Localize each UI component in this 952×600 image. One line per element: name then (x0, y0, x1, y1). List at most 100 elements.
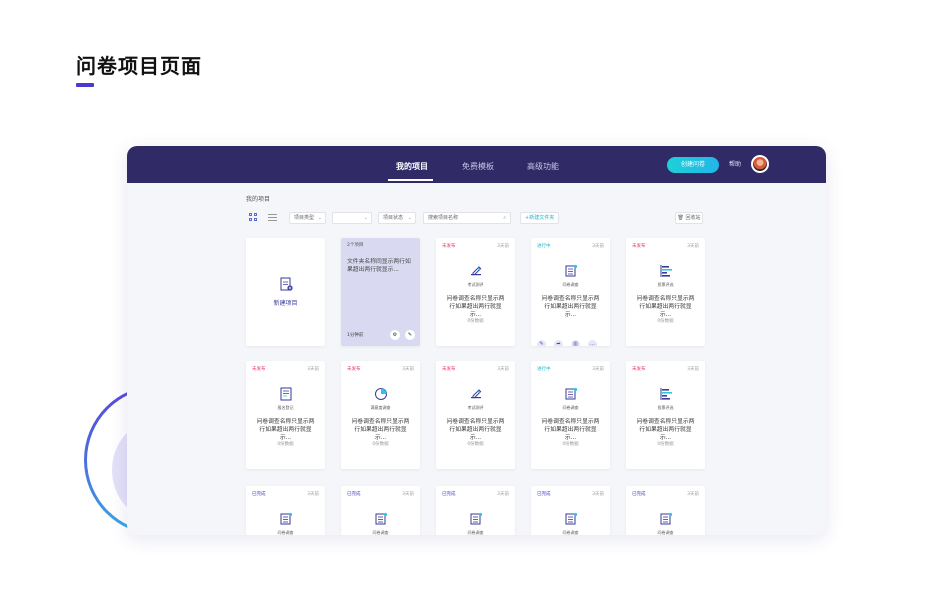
scroll-icon (280, 512, 293, 525)
project-type-label: 项目类型 (294, 215, 315, 221)
active-tab-underline (388, 179, 433, 181)
edit-icon[interactable]: ✎ (537, 340, 546, 346)
card-title: 问卷调查名称只显示两行如果超出两行就显示... (446, 296, 505, 318)
card-date: 3天前 (402, 367, 414, 372)
blank-select[interactable]: ⌄ (332, 212, 372, 224)
tab-free-templates[interactable]: 免费模板 (462, 146, 494, 183)
card-category: 考试测评 (467, 282, 484, 287)
status-badge: 已完成 (442, 492, 456, 497)
card-category: 问卷调查 (467, 530, 484, 535)
project-card[interactable]: 进行中 3天前 问卷调查 问卷调查名称只显示两行如果超出两行就显示... ✎ ➦ ▥… (531, 238, 610, 346)
share-icon[interactable]: ➦ (554, 340, 563, 346)
card-title: 问卷调查名称只显示两行如果超出两行就显示... (446, 419, 505, 441)
card-category: 满意度调查 (370, 405, 391, 410)
chart-bars-icon (660, 265, 672, 277)
new-project-card[interactable]: 新建项目 (246, 238, 325, 346)
card-response-count: 0份数据 (372, 442, 389, 447)
project-card[interactable]: 已完成 3天前 问卷调查 (626, 486, 705, 535)
card-response-count: 0份数据 (562, 442, 579, 447)
project-type-select[interactable]: 项目类型 ⌄ (289, 212, 326, 224)
card-response-count: 0份数据 (467, 319, 484, 324)
grid-view-icon[interactable] (249, 213, 258, 222)
card-date: 3天前 (687, 244, 699, 249)
tab-advanced-features[interactable]: 高级功能 (527, 146, 559, 183)
card-title: 问卷调查名称只显示两行如果超出两行就显示... (636, 296, 695, 318)
search-placeholder: 搜索项目名称 (428, 215, 459, 221)
title-accent-bar (76, 83, 94, 87)
project-card[interactable]: 未发布 3天前 报名登记 问卷调查名称只显示两行如果超出两行就显示... 0份数据 (246, 361, 325, 469)
status-badge: 已完成 (347, 492, 361, 497)
card-response-count: 0份数据 (657, 319, 674, 324)
card-title: 问卷调查名称只显示两行如果超出两行就显示... (256, 419, 315, 441)
new-doc-icon (280, 277, 293, 291)
folder-settings-button[interactable]: ⚙ (390, 330, 400, 340)
new-folder-button[interactable]: +新建文件夹 (520, 212, 560, 224)
pen-icon (471, 389, 482, 399)
card-category: 问卷调查 (562, 530, 579, 535)
stats-icon[interactable]: ▥ (571, 340, 580, 346)
scroll-icon (470, 512, 483, 525)
card-response-count: 0份数据 (277, 442, 294, 447)
card-category: 考试测评 (467, 405, 484, 410)
chart-bars-icon (660, 388, 672, 400)
project-card[interactable]: 未发布 3天前 投票评选 问卷调查名称只显示两行如果超出两行就显示... 0份数据 (626, 238, 705, 346)
scroll-icon (565, 387, 578, 400)
project-card[interactable]: 已完成 3天前 问卷调查 (341, 486, 420, 535)
scroll-icon (565, 264, 578, 277)
project-card[interactable]: 未发布 3天前考试测评问卷调查名称只显示两行如果超出两行就显示... 0份数据 (436, 238, 515, 346)
project-card[interactable]: 未发布 3天前 投票评选 问卷调查名称只显示两行如果超出两行就显示... 0份数据 (626, 361, 705, 469)
page: 问卷项目页面 我的项目 免费模板 高级功能 创建问卷 帮助 我的项目 项目类型 … (0, 0, 952, 600)
folder-time: 1分钟前 (347, 333, 364, 338)
status-badge: 已完成 (632, 492, 646, 497)
status-badge: 进行中 (537, 244, 551, 249)
folder-card[interactable]: 2个项目 文件夹名称同显示两行如果超出两行就显示... 1分钟前 ⚙ ✎ (341, 238, 420, 346)
project-card[interactable]: 已完成 3天前问卷调查 (436, 486, 515, 535)
doc-icon (280, 387, 292, 401)
status-badge: 未发布 (442, 244, 456, 249)
project-status-select[interactable]: 项目状态 ⌄ (378, 212, 416, 224)
tab-my-projects[interactable]: 我的项目 (396, 146, 428, 183)
recycle-bin-button[interactable]: 🗑 回收站 (675, 212, 703, 224)
card-date: 3天前 (402, 492, 414, 497)
page-title: 问卷项目页面 (76, 54, 202, 78)
list-view-icon[interactable] (268, 214, 277, 221)
breadcrumb: 我的项目 (246, 196, 271, 203)
more-icon[interactable]: … (588, 340, 597, 346)
card-title: 问卷调查名称只显示两行如果超出两行就显示... (351, 419, 410, 441)
status-badge: 未发布 (442, 367, 456, 372)
pen-icon (471, 266, 482, 276)
top-nav-bar: 我的项目 免费模板 高级功能 创建问卷 帮助 (127, 146, 826, 183)
status-badge: 已完成 (537, 492, 551, 497)
app-window: 我的项目 免费模板 高级功能 创建问卷 帮助 我的项目 项目类型 ⌄ ⌄ 项目状… (127, 146, 826, 535)
card-date: 3天前 (497, 244, 509, 249)
status-badge: 未发布 (632, 367, 646, 372)
project-card[interactable]: 进行中 3天前 问卷调查 问卷调查名称只显示两行如果超出两行就显示... 0份数据 (531, 361, 610, 469)
card-date: 3天前 (307, 367, 319, 372)
help-link[interactable]: 帮助 (729, 157, 741, 173)
card-date: 3天前 (592, 492, 604, 497)
card-category: 投票评选 (657, 405, 674, 410)
trash-icon: 🗑 (677, 215, 684, 221)
card-date: 3天前 (592, 367, 604, 372)
card-category: 问卷调查 (562, 282, 579, 287)
status-badge: 未发布 (252, 367, 266, 372)
status-badge: 进行中 (537, 367, 551, 372)
card-category: 投票评选 (657, 282, 674, 287)
recycle-bin-label: 回收站 (685, 215, 701, 221)
chevron-down-icon: ⌄ (407, 215, 412, 221)
folder-item-count: 2个项目 (347, 243, 364, 248)
avatar[interactable] (751, 155, 769, 173)
card-date: 3天前 (497, 492, 509, 497)
folder-edit-button[interactable]: ✎ (405, 330, 415, 340)
create-survey-button[interactable]: 创建问卷 (667, 157, 719, 173)
card-response-count: 0份数据 (467, 442, 484, 447)
card-response-count: 0份数据 (657, 442, 674, 447)
project-card[interactable]: 已完成 3天前问卷调查 (531, 486, 610, 535)
search-input[interactable]: 搜索项目名称 ⌕ (423, 212, 511, 224)
card-category: 问卷调查 (277, 530, 294, 535)
project-card[interactable]: 未发布 3天前 考试测评 问卷调查名称只显示两行如果超出两行就显示... 0份数据 (436, 361, 515, 469)
card-date: 3天前 (592, 244, 604, 249)
folder-name: 文件夹名称同显示两行如果超出两行就显示... (347, 259, 411, 273)
project-card[interactable]: 未发布 3天前 满意度调查 问卷调查名称只显示两行如果超出两行就显示... 0份数据 (341, 361, 420, 469)
project-card[interactable]: 已完成 3天前 问卷调查 (246, 486, 325, 535)
